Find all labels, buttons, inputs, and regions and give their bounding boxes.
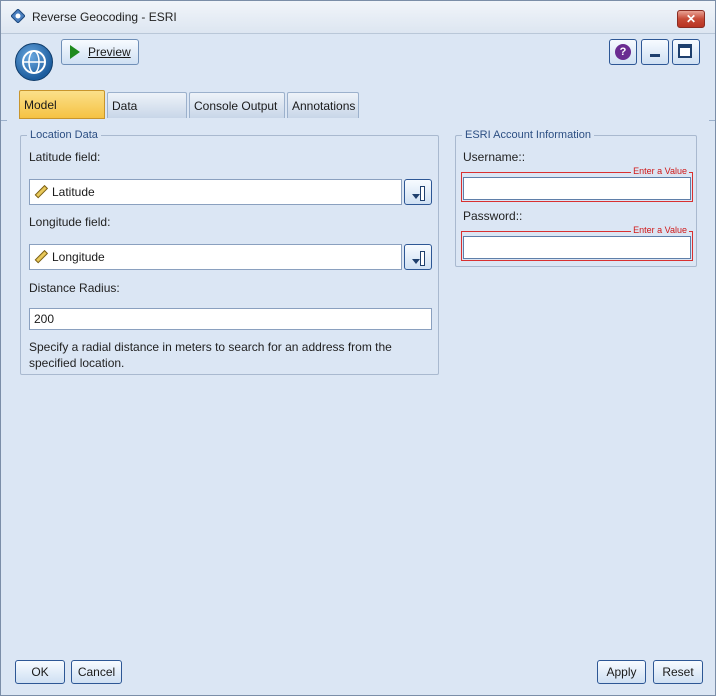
cancel-button[interactable]: Cancel — [71, 660, 122, 684]
longitude-field-select[interactable]: Longitude — [29, 244, 432, 270]
chevron-down-icon — [412, 194, 420, 199]
title-bar[interactable]: Reverse Geocoding - ESRI ✕ — [1, 1, 715, 34]
model-options-panel: Location Data Latitude field: Latitude L… — [7, 120, 709, 656]
tab-annotations[interactable]: Annotations — [287, 92, 359, 118]
password-required-frame: Enter a Value — [461, 225, 693, 261]
help-line-1: Specify a radial distance in meters to s… — [29, 340, 392, 354]
help-icon: ? — [615, 44, 631, 60]
password-required-hint: Enter a Value — [631, 225, 689, 235]
maximize-button[interactable] — [672, 39, 700, 65]
distance-radius-label: Distance Radius: — [29, 281, 120, 295]
apply-button[interactable]: Apply — [597, 660, 646, 684]
tab-data-options[interactable]: Data Options — [107, 92, 187, 139]
distance-radius-help: Specify a radial distance in meters to s… — [29, 339, 429, 371]
chevron-down-icon — [412, 259, 420, 264]
node-icon — [11, 9, 25, 23]
username-label: Username:: — [463, 150, 526, 164]
app-globe-icon — [15, 43, 53, 81]
password-input[interactable] — [463, 236, 691, 259]
location-data-legend: Location Data — [30, 129, 98, 141]
help-line-2: specified location. — [29, 356, 125, 370]
longitude-field-value: Longitude — [52, 250, 105, 264]
tab-console-output[interactable]: Console Output — [189, 92, 285, 118]
username-required-frame: Enter a Value — [461, 166, 693, 202]
field-picker-icon — [420, 251, 425, 266]
password-label: Password:: — [463, 209, 523, 223]
latitude-field-select[interactable]: Latitude — [29, 179, 432, 205]
dialog-window: Reverse Geocoding - ESRI ✕ Preview ? Mod… — [0, 0, 716, 696]
minimize-button[interactable] — [641, 39, 669, 65]
distance-radius-input[interactable]: 200 — [29, 308, 432, 330]
tab-label: Annotations — [292, 99, 356, 113]
help-button[interactable]: ? — [609, 39, 637, 65]
latitude-label: Latitude field: — [29, 150, 101, 164]
close-icon: ✕ — [685, 12, 697, 26]
reset-button[interactable]: Reset — [653, 660, 703, 684]
tab-model-options[interactable]: Model Options — [19, 90, 105, 141]
window-title: Reverse Geocoding - ESRI — [32, 10, 177, 24]
maximize-icon — [678, 44, 692, 58]
minimize-icon — [650, 54, 660, 57]
preview-label: Preview — [88, 45, 131, 59]
longitude-dropdown-button[interactable] — [404, 244, 432, 270]
esri-account-legend: ESRI Account Information — [465, 129, 591, 141]
ruler-icon — [34, 185, 48, 199]
ruler-icon — [34, 250, 48, 264]
longitude-label: Longitude field: — [29, 215, 111, 229]
field-picker-icon — [420, 186, 425, 201]
tab-label: Console Output — [194, 99, 278, 113]
latitude-field-value: Latitude — [52, 185, 95, 199]
username-required-hint: Enter a Value — [631, 166, 689, 176]
ok-button[interactable]: OK — [15, 660, 65, 684]
tab-bar: Model Options Data Options Console Outpu… — [1, 90, 715, 141]
username-input[interactable] — [463, 177, 691, 200]
play-icon — [70, 45, 80, 59]
preview-button[interactable]: Preview — [61, 39, 139, 65]
latitude-dropdown-button[interactable] — [404, 179, 432, 205]
close-button[interactable]: ✕ — [677, 10, 705, 28]
